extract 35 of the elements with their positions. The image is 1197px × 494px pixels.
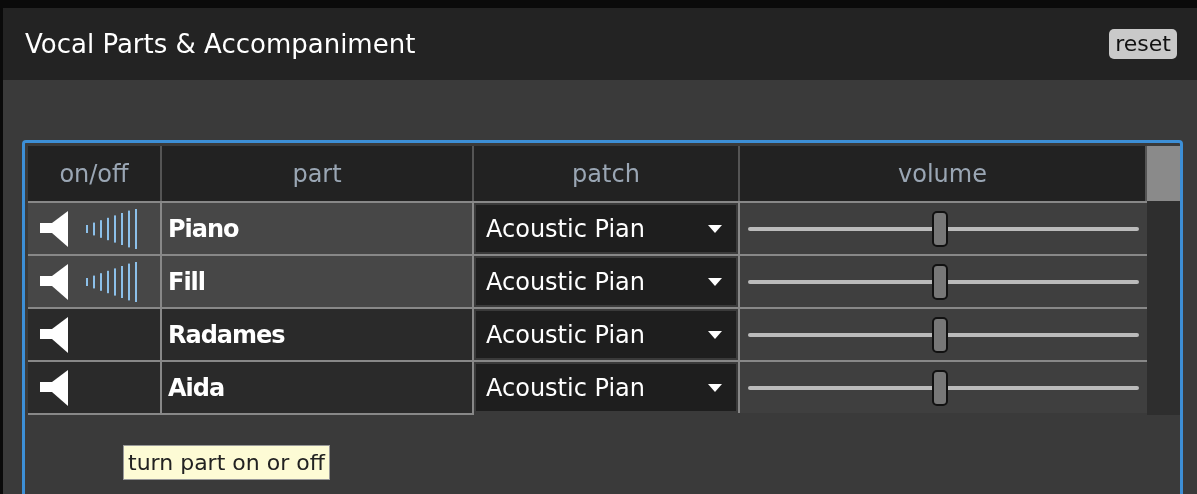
part-cell: Fill [162,256,474,307]
patch-dropdown[interactable]: Acoustic Pian [476,205,736,252]
toggle-cell[interactable] [28,203,162,254]
patch-value: Acoustic Pian [485,266,646,298]
scrollbar[interactable] [1147,146,1180,415]
patch-value: Acoustic Pian [485,319,646,351]
volume-slider[interactable] [748,316,1139,353]
slider-thumb[interactable] [931,263,948,300]
patch-value: Acoustic Pian [485,372,646,404]
patch-dropdown[interactable]: Acoustic Pian [476,311,736,358]
patch-dropdown[interactable]: Acoustic Pian [476,364,736,411]
tooltip: turn part on or off [123,445,330,480]
volume-slider[interactable] [748,369,1139,406]
patch-dropdown[interactable]: Acoustic Pian [476,258,736,305]
panel-title: Vocal Parts & Accompaniment [25,27,416,61]
column-header: part [162,146,474,201]
part-cell: Aida [162,362,474,413]
slider-thumb[interactable] [931,369,948,406]
toggle-cell[interactable] [28,362,162,413]
column-header: patch [474,146,740,201]
caret-icon [708,224,722,233]
toggle-cell[interactable] [28,309,162,360]
volume-slider[interactable] [748,263,1139,300]
volume-slider[interactable] [748,210,1139,247]
caret-icon [708,277,722,286]
column-header: on/off [28,146,162,201]
toggle-cell[interactable] [28,256,162,307]
part-cell: Piano [162,203,474,254]
slider-thumb[interactable] [931,316,948,353]
reset-button[interactable]: reset [1109,29,1177,59]
caret-icon [708,330,722,339]
caret-icon [708,383,722,392]
patch-value: Acoustic Pian [485,213,646,245]
part-cell: Radames [162,309,474,360]
slider-thumb[interactable] [931,210,948,247]
